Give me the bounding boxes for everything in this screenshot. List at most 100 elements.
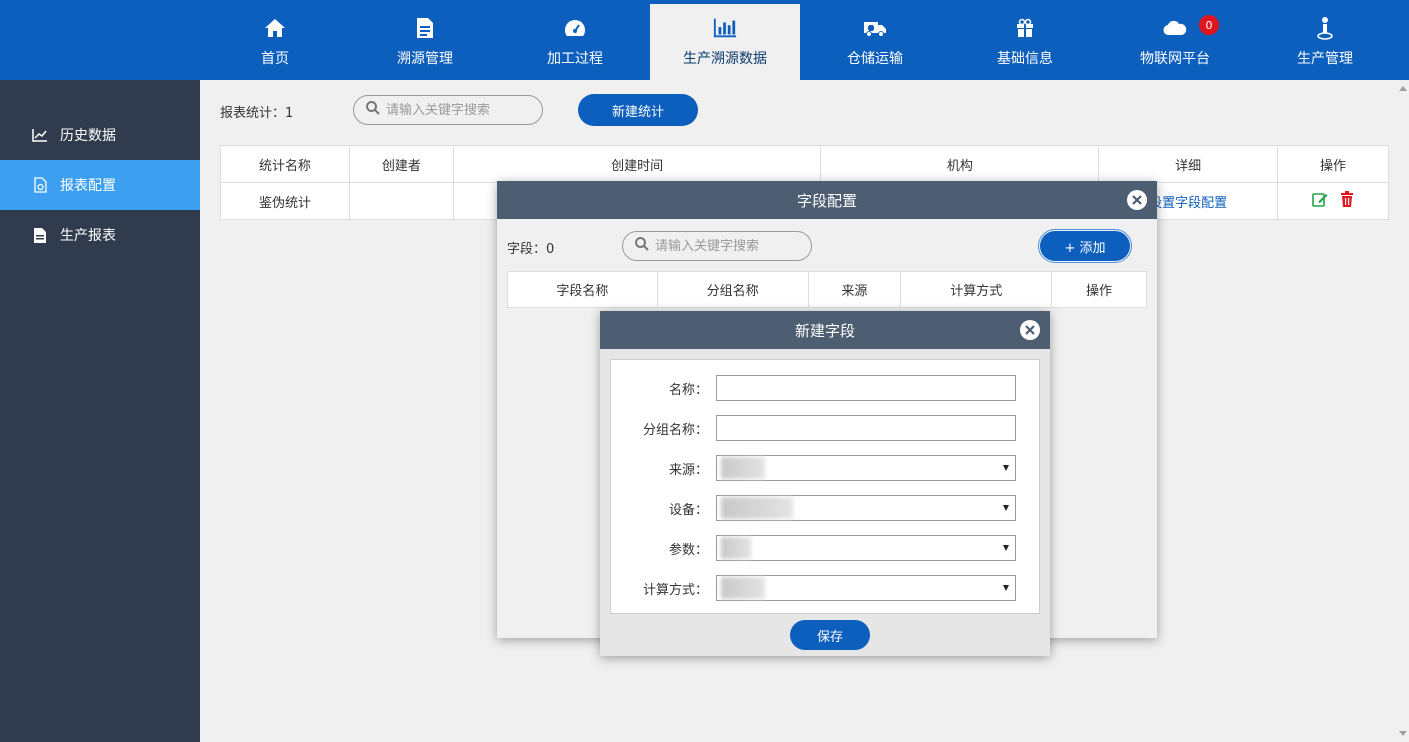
file-text-icon bbox=[32, 227, 48, 243]
nav-item-storage-transport[interactable]: 仓储运输 bbox=[800, 0, 950, 80]
sidebar-item-report-config[interactable]: 报表配置 bbox=[0, 160, 200, 210]
edit-icon[interactable] bbox=[1312, 191, 1328, 211]
bar-chart-icon bbox=[713, 16, 737, 40]
search-icon bbox=[635, 237, 649, 255]
nav-label: 仓储运输 bbox=[847, 51, 903, 67]
line-chart-icon bbox=[32, 127, 48, 143]
search-icon bbox=[366, 101, 380, 119]
redacted-value bbox=[721, 457, 765, 479]
nav-item-production-management[interactable]: 生产管理 bbox=[1250, 0, 1400, 80]
redacted-value bbox=[721, 497, 793, 519]
device-select[interactable] bbox=[716, 495, 1016, 521]
new-statistic-button[interactable]: 新建统计 bbox=[578, 94, 698, 126]
gift-icon bbox=[1013, 16, 1037, 40]
person-pin-icon bbox=[1313, 16, 1337, 40]
nav-item-trace-management[interactable]: 溯源管理 bbox=[350, 0, 500, 80]
top-navbar: 首页 溯源管理 加工过程 生产溯源数据 仓储运输 基础信息 物联网平台 0 生产… bbox=[0, 0, 1409, 80]
new-field-dialog: 新建字段 名称： 分组名称： 来源： 设备： 参数： 计算方式： 保存 bbox=[600, 311, 1050, 656]
field-count-label: 字段：0 bbox=[507, 242, 555, 257]
nav-label: 加工过程 bbox=[547, 51, 603, 67]
field-config-link[interactable]: 设置字段配置 bbox=[1149, 196, 1227, 211]
column-header: 来源 bbox=[807, 271, 902, 308]
report-count-label: 报表统计：1 bbox=[220, 106, 294, 121]
close-icon[interactable] bbox=[1020, 320, 1040, 340]
field-table: 字段名称 分组名称 来源 计算方式 操作 bbox=[507, 271, 1147, 308]
form-row-param: 参数： bbox=[611, 535, 1016, 561]
nav-label: 物联网平台 bbox=[1140, 51, 1210, 67]
report-search-input[interactable] bbox=[386, 102, 526, 118]
field-search bbox=[622, 231, 812, 261]
sidebar-item-label: 历史数据 bbox=[60, 128, 116, 144]
sidebar-item-history-data[interactable]: 历史数据 bbox=[0, 110, 200, 160]
dialog-title: 字段配置 bbox=[796, 191, 857, 210]
column-header: 机构 bbox=[820, 145, 1100, 183]
column-header: 计算方式 bbox=[900, 271, 1053, 308]
redacted-value bbox=[721, 577, 765, 599]
ambulance-icon bbox=[863, 16, 887, 40]
name-field[interactable] bbox=[716, 375, 1016, 401]
source-label: 来源： bbox=[668, 462, 708, 478]
cloud-icon bbox=[1163, 16, 1187, 40]
table-header-row: 统计名称 创建者 创建时间 机构 详细 操作 bbox=[220, 145, 1389, 183]
chevron-down-icon bbox=[1003, 465, 1009, 471]
sidebar-item-label: 报表配置 bbox=[60, 178, 116, 194]
chevron-down-icon bbox=[1003, 505, 1009, 511]
sidebar-item-production-report[interactable]: 生产报表 bbox=[0, 210, 200, 260]
nav-label: 生产溯源数据 bbox=[683, 51, 767, 67]
actions-cell bbox=[1277, 182, 1389, 220]
main-nav: 首页 溯源管理 加工过程 生产溯源数据 仓储运输 基础信息 物联网平台 0 生产… bbox=[200, 0, 1400, 80]
scroll-down-icon[interactable] bbox=[1399, 731, 1407, 736]
column-header: 创建者 bbox=[348, 145, 454, 183]
dialog-title: 新建字段 bbox=[794, 321, 855, 340]
nav-item-iot-platform[interactable]: 物联网平台 0 bbox=[1100, 0, 1250, 80]
nav-item-home[interactable]: 首页 bbox=[200, 0, 350, 80]
form-row-calc: 计算方式： bbox=[611, 575, 1016, 601]
chevron-down-icon bbox=[1003, 545, 1009, 551]
column-header: 操作 bbox=[1277, 145, 1389, 183]
nav-label: 基础信息 bbox=[997, 51, 1053, 67]
add-field-button[interactable]: + 添加 bbox=[1038, 229, 1132, 263]
scroll-up-icon[interactable] bbox=[1399, 86, 1407, 91]
save-button[interactable]: 保存 bbox=[790, 620, 870, 650]
dashboard-icon bbox=[563, 16, 587, 40]
trash-icon[interactable] bbox=[1340, 191, 1354, 211]
column-header: 统计名称 bbox=[220, 145, 350, 183]
form-row-name: 名称： bbox=[611, 375, 1016, 401]
param-label: 参数： bbox=[668, 542, 708, 558]
report-search bbox=[353, 95, 543, 125]
file-settings-icon bbox=[32, 177, 48, 193]
param-select[interactable] bbox=[716, 535, 1016, 561]
nav-item-basic-info[interactable]: 基础信息 bbox=[950, 0, 1100, 80]
home-icon bbox=[263, 16, 287, 40]
form-row-source: 来源： bbox=[611, 455, 1016, 481]
new-field-form: 名称： 分组名称： 来源： 设备： 参数： 计算方式： bbox=[610, 359, 1040, 614]
field-search-input[interactable] bbox=[655, 238, 795, 254]
dialog-header: 字段配置 bbox=[497, 181, 1157, 219]
page-scrollbar[interactable] bbox=[1396, 80, 1409, 742]
dialog-header: 新建字段 bbox=[600, 311, 1050, 349]
close-icon[interactable] bbox=[1127, 190, 1147, 210]
sidebar: 历史数据 报表配置 生产报表 bbox=[0, 80, 200, 742]
source-select[interactable] bbox=[716, 455, 1016, 481]
group-label: 分组名称： bbox=[642, 422, 708, 438]
document-icon bbox=[413, 16, 437, 40]
calc-label: 计算方式： bbox=[642, 582, 708, 598]
nav-item-production-trace-data[interactable]: 生产溯源数据 bbox=[650, 4, 800, 80]
name-label: 名称： bbox=[668, 382, 708, 398]
column-header: 字段名称 bbox=[507, 271, 658, 308]
calc-method-select[interactable] bbox=[716, 575, 1016, 601]
table-header-row: 字段名称 分组名称 来源 计算方式 操作 bbox=[507, 271, 1147, 308]
column-header: 创建时间 bbox=[452, 145, 822, 183]
sidebar-item-label: 生产报表 bbox=[60, 228, 116, 244]
chevron-down-icon bbox=[1003, 585, 1009, 591]
form-row-group: 分组名称： bbox=[611, 415, 1016, 441]
redacted-value bbox=[721, 537, 751, 559]
stat-name-cell: 鉴伪统计 bbox=[220, 182, 350, 220]
group-name-field[interactable] bbox=[716, 415, 1016, 441]
column-header: 分组名称 bbox=[656, 271, 809, 308]
nav-item-processing[interactable]: 加工过程 bbox=[500, 0, 650, 80]
column-header: 操作 bbox=[1051, 271, 1147, 308]
nav-label: 首页 bbox=[261, 51, 289, 67]
device-label: 设备： bbox=[668, 502, 708, 518]
notification-badge: 0 bbox=[1199, 15, 1219, 35]
